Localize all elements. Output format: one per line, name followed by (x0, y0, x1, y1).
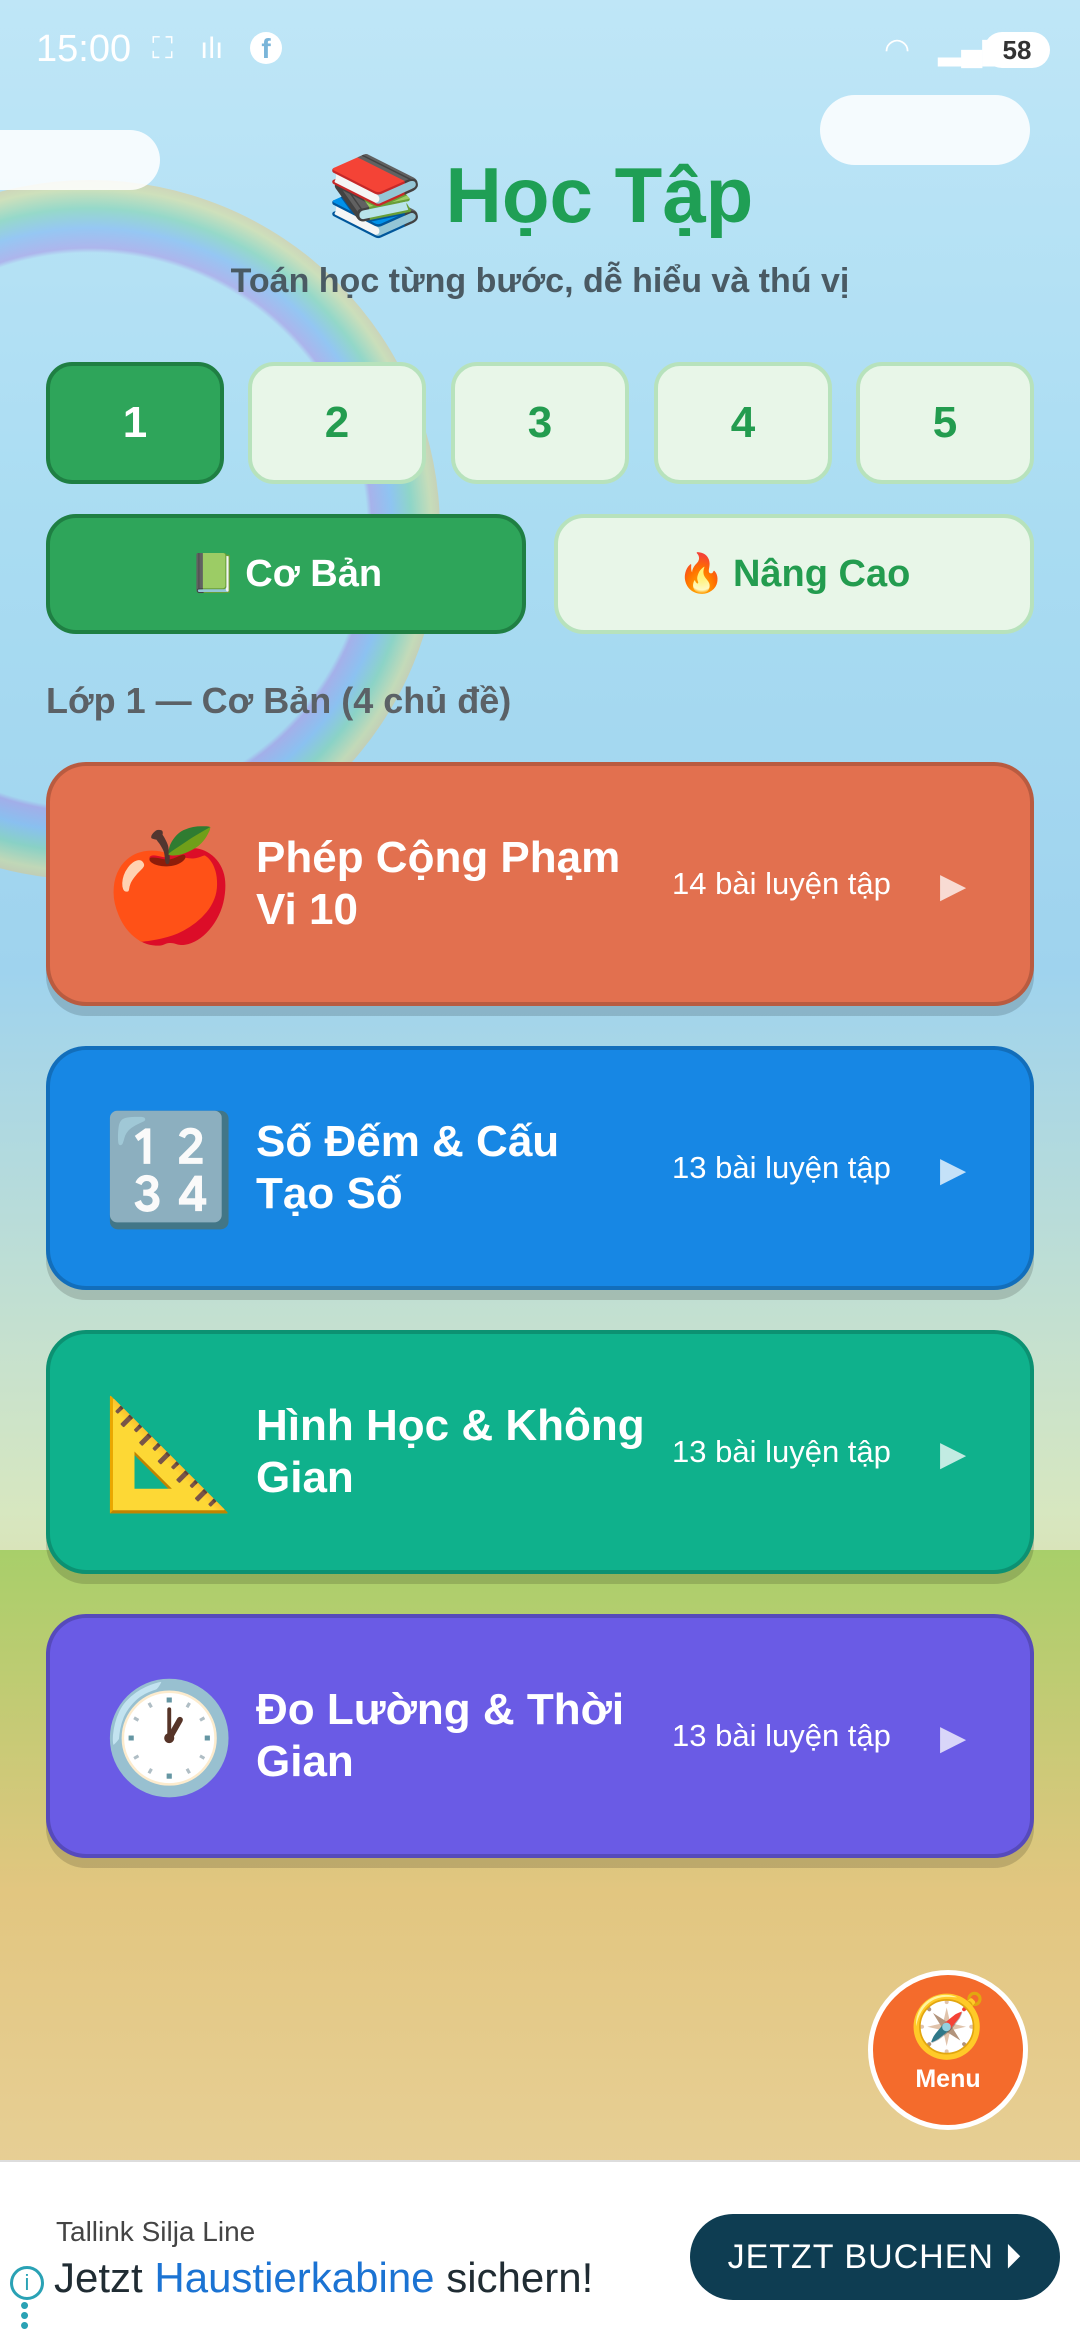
topic-name: Đo Lường & Thời Gian (256, 1685, 625, 1786)
level-label: Nâng Cao (732, 552, 911, 595)
ad-brand: Tallink Silja Line (56, 2216, 256, 2247)
grade-label: 1 (122, 398, 148, 447)
level-basic-button[interactable]: 📗 Cơ Bản (46, 514, 526, 634)
ad-banner[interactable]: Tallink Silja Line i • • • Jetzt Haustierk… (0, 2160, 1080, 2342)
grade-label: 5 (932, 398, 958, 447)
section-title: Lớp 1 — Cơ Bản (4 chủ đề) (46, 680, 512, 721)
wifi-icon: ◠ (884, 33, 911, 66)
apple-icon: 🍎 (102, 825, 237, 946)
topic-count: 13 bài luyện tập (672, 1718, 891, 1753)
audio-icon: ılı (200, 32, 224, 65)
compass-icon: 🧭 (909, 1992, 987, 2061)
triangle-ruler-icon: 📐 (102, 1393, 237, 1514)
menu-fab-button[interactable]: 🧭 Menu (868, 1970, 1028, 2130)
grade-label: 4 (730, 398, 756, 447)
numbers-icon: 🔢 (102, 1109, 237, 1230)
level-advanced-button[interactable]: 🔥 Nâng Cao (554, 514, 1034, 634)
books-icon: 📚 (326, 151, 424, 239)
ad-text-after: sichern! (434, 2254, 594, 2301)
topic-card-counting[interactable]: 🔢 Số Đếm & Cấu Tạo Số 13 bài luyện tập ▶ (46, 1046, 1034, 1290)
grade-label: 3 (527, 398, 553, 447)
status-time: 15:00 (36, 28, 132, 70)
grade-tab-2[interactable]: 2 (248, 362, 426, 484)
menu-label: Menu (915, 2065, 981, 2093)
ad-cta-button[interactable]: JETZT BUCHEN ⏵ (690, 2214, 1060, 2300)
play-arrow-icon: ▶ (940, 867, 967, 905)
status-bar: 15:00 ⛶ ılı f ◠ ▂▄▆ 58 (0, 0, 1080, 100)
more-vertical-icon[interactable]: • • • (20, 2292, 29, 2338)
clock-icon: 🕐 (102, 1677, 237, 1798)
grade-tab-5[interactable]: 5 (856, 362, 1034, 484)
topic-card-addition[interactable]: 🍎 Phép Cộng Phạm Vi 10 14 bài luyện tập … (46, 762, 1034, 1006)
topic-card-measurement[interactable]: 🕐 Đo Lường & Thời Gian 13 bài luyện tập … (46, 1614, 1034, 1858)
battery-indicator: 58 (984, 32, 1050, 68)
play-arrow-icon: ▶ (940, 1151, 967, 1189)
play-arrow-icon: ▶ (940, 1435, 967, 1473)
level-label: Cơ Bản (245, 552, 383, 595)
play-arrow-icon: ▶ (940, 1719, 967, 1757)
screenshot-icon: ⛶ (152, 32, 173, 65)
topic-name: Phép Cộng Phạm Vi 10 (256, 833, 621, 934)
topic-name: Số Đếm & Cấu Tạo Số (256, 1117, 560, 1218)
book-icon: 📗 (189, 553, 238, 595)
topic-card-geometry[interactable]: 📐 Hình Học & Không Gian 13 bài luyện tập… (46, 1330, 1034, 1574)
fire-icon: 🔥 (677, 553, 725, 595)
topic-count: 14 bài luyện tập (672, 866, 891, 901)
ad-text-before: Jetzt (54, 2254, 155, 2301)
grade-label: 2 (324, 398, 350, 447)
page-title: 📚 Học Tập (0, 150, 1080, 242)
grade-tab-3[interactable]: 3 (451, 362, 629, 484)
page-title-text: Học Tập (445, 151, 754, 239)
grade-tab-1[interactable]: 1 (46, 362, 224, 484)
page-subtitle: Toán học từng bước, dễ hiểu và thú vị (230, 262, 850, 300)
topic-name: Hình Học & Không Gian (256, 1401, 645, 1502)
topic-count: 13 bài luyện tập (672, 1434, 891, 1469)
facebook-icon: f (250, 32, 282, 64)
grade-tab-4[interactable]: 4 (654, 362, 832, 484)
ad-headline: Jetzt Haustierkabine sichern! (54, 2254, 593, 2302)
topic-count: 13 bài luyện tập (672, 1150, 891, 1185)
ad-text-highlight: Haustierkabine (154, 2254, 435, 2301)
